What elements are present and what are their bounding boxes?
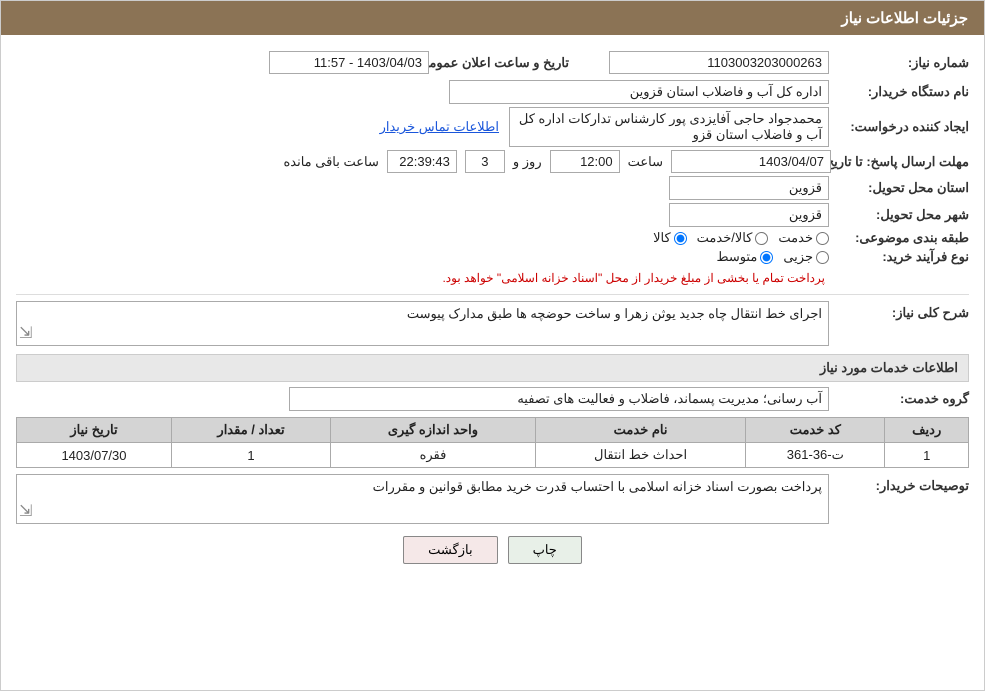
saat-value: 12:00 xyxy=(550,150,620,173)
cell-kod: ت-36-361 xyxy=(746,443,885,468)
ostan-label: استان محل تحویل: xyxy=(839,180,969,196)
cell-vahed: فقره xyxy=(331,443,536,468)
back-button[interactable]: بازگشت xyxy=(403,536,497,564)
col-radif: ردیف xyxy=(885,418,969,443)
tabaqe-radio-group: خدمت کالا/خدمت کالا xyxy=(653,230,829,246)
page-title: جزئیات اطلاعات نیاز xyxy=(842,10,969,27)
col-name: نام خدمت xyxy=(535,418,745,443)
resize-handle-2: ⇲ xyxy=(19,501,32,521)
cell-tedad: 1 xyxy=(171,443,330,468)
tarikh-pasokh-value: 1403/04/07 xyxy=(671,150,831,173)
radio-jozi[interactable]: جزیی xyxy=(783,249,829,265)
tabaqe-label: طبقه بندی موضوعی: xyxy=(839,230,969,246)
dastgah-value: اداره کل آب و فاضلاب استان قزوین xyxy=(449,80,829,104)
saat-label: ساعت xyxy=(628,154,663,170)
dastgah-label: نام دستگاه خریدار: xyxy=(839,84,969,100)
ostan-value: قزوین xyxy=(669,176,829,200)
radio-motavasset[interactable]: متوسط xyxy=(716,249,773,265)
goroh-label: گروه خدمت: xyxy=(839,391,969,407)
cell-radif: 1 xyxy=(885,443,969,468)
cell-tarikh: 1403/07/30 xyxy=(17,443,172,468)
tarikh-elaan-label: تاریخ و ساعت اعلان عمومی: xyxy=(439,55,569,71)
ijad-link[interactable]: اطلاعات تماس خریدار xyxy=(380,119,499,135)
roz-value: 3 xyxy=(465,150,505,173)
col-tarikh: تاریخ نیاز xyxy=(17,418,172,443)
resize-handle: ⇲ xyxy=(19,323,32,343)
page-header: جزئیات اطلاعات نیاز xyxy=(1,1,984,35)
col-kod: کد خدمت xyxy=(746,418,885,443)
radio-khedmat[interactable]: خدمت xyxy=(778,230,829,246)
footer-buttons: چاپ بازگشت xyxy=(16,536,969,564)
roz-label: روز و xyxy=(513,154,542,170)
table-row: 1 ت-36-361 احداث خط انتقال فقره 1 1403/0… xyxy=(17,443,969,468)
tarikh-elaan-value: 1403/04/03 - 11:57 xyxy=(269,51,429,74)
radio-kala[interactable]: کالا xyxy=(653,230,687,246)
shomara-niaz-value: 1103003203000263 xyxy=(609,51,829,74)
sharh-label: شرح کلی نیاز: xyxy=(839,301,969,321)
services-table: ردیف کد خدمت نام خدمت واحد اندازه گیری ت… xyxy=(16,417,969,468)
farayand-radio-group: جزیی متوسط xyxy=(438,249,829,265)
shahr-value: قزوین xyxy=(669,203,829,227)
ijad-value: محمدجواد حاجی آفایزدی پور کارشناس تدارکا… xyxy=(509,107,829,147)
cell-name: احداث خط انتقال xyxy=(535,443,745,468)
radio-kala-khedmat[interactable]: کالا/خدمت xyxy=(697,230,769,246)
col-vahed: واحد اندازه گیری xyxy=(331,418,536,443)
mohlat-label: مهلت ارسال پاسخ: تا تاریخ: xyxy=(839,154,969,170)
goroh-value: آب رسانی؛ مدیریت پسماند، فاضلاب و فعالیت… xyxy=(289,387,829,411)
sharh-value: اجرای خط انتقال چاه جدید یوثن زهرا و ساخ… xyxy=(407,306,822,321)
baqi-label: ساعت باقی مانده xyxy=(283,154,378,170)
farayand-note: پرداخت تمام یا بخشی از مبلغ خریدار از مح… xyxy=(438,268,829,288)
farayand-label: نوع فرآیند خرید: xyxy=(839,249,969,265)
tosif-value: پرداخت بصورت اسناد خزانه اسلامی با احتسا… xyxy=(373,479,822,494)
shomara-niaz-label: شماره نیاز: xyxy=(839,55,969,71)
baqi-value: 22:39:43 xyxy=(387,150,457,173)
tosif-label: توصیحات خریدار: xyxy=(839,474,969,494)
khadamat-section-header: اطلاعات خدمات مورد نیاز xyxy=(16,354,969,382)
col-tedad: تعداد / مقدار xyxy=(171,418,330,443)
print-button[interactable]: چاپ xyxy=(508,536,582,564)
shahr-label: شهر محل تحویل: xyxy=(839,207,969,223)
ijad-label: ایجاد کننده درخواست: xyxy=(839,119,969,135)
